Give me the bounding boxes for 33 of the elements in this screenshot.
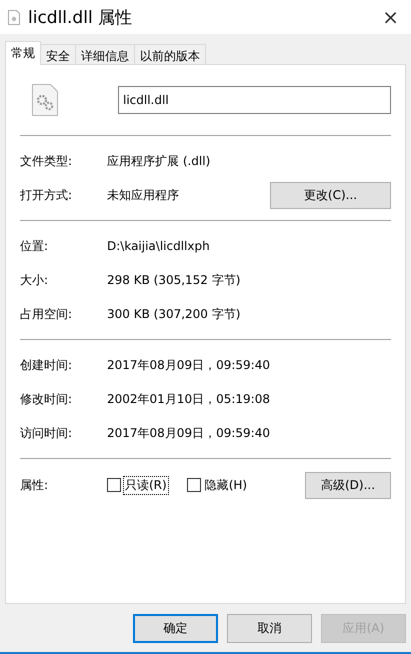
field-label: 属性:	[20, 476, 50, 494]
field-value: 2002年01月10日，05:19:08	[107, 390, 271, 408]
checkbox-label[interactable]: 只读(R)	[123, 476, 169, 494]
checkbox[interactable]	[107, 478, 121, 492]
field-label: 创建时间:	[20, 356, 74, 374]
field-label: 打开方式:	[20, 186, 74, 204]
field-label: 文件类型:	[20, 152, 74, 170]
close-button[interactable]: ×	[378, 5, 403, 29]
field-label: 修改时间:	[20, 390, 74, 408]
field-value: 2017年08月09日，09:59:40	[107, 356, 271, 374]
field-value: 未知应用程序	[107, 186, 180, 204]
tab[interactable]: 以前的版本	[134, 44, 206, 64]
field-value: 2017年08月09日，09:59:40	[107, 424, 271, 442]
advanced-button[interactable]: 高级(D)...	[305, 472, 391, 498]
field-label: 大小:	[20, 272, 50, 288]
checkbox[interactable]	[186, 478, 201, 492]
field-value: D:\kaijia\licdllxph	[107, 239, 211, 253]
file-name-field[interactable]: licdll.dll	[118, 86, 391, 114]
gear-file-icon	[32, 84, 58, 116]
checkbox-label[interactable]: 隐藏(H)	[202, 476, 250, 494]
tab[interactable]: 常规	[5, 41, 41, 65]
field-value: 300 KB (307,200 字节)	[107, 306, 242, 322]
field-value: 应用程序扩展 (.dll)	[107, 152, 212, 170]
field-label: 访问时间:	[20, 424, 74, 442]
field-label: 位置:	[20, 238, 50, 254]
change-button[interactable]: 更改(C)...	[270, 182, 391, 208]
field-label: 占用空间:	[20, 306, 74, 322]
tab[interactable]: 详细信息	[75, 44, 135, 64]
window-title: licdll.dll 属性	[28, 6, 134, 28]
tab[interactable]: 安全	[40, 44, 76, 64]
dialog-button[interactable]: 取消	[227, 614, 312, 643]
dialog-button[interactable]: 确定	[133, 614, 218, 643]
field-value: 298 KB (305,152 字节)	[107, 272, 242, 288]
